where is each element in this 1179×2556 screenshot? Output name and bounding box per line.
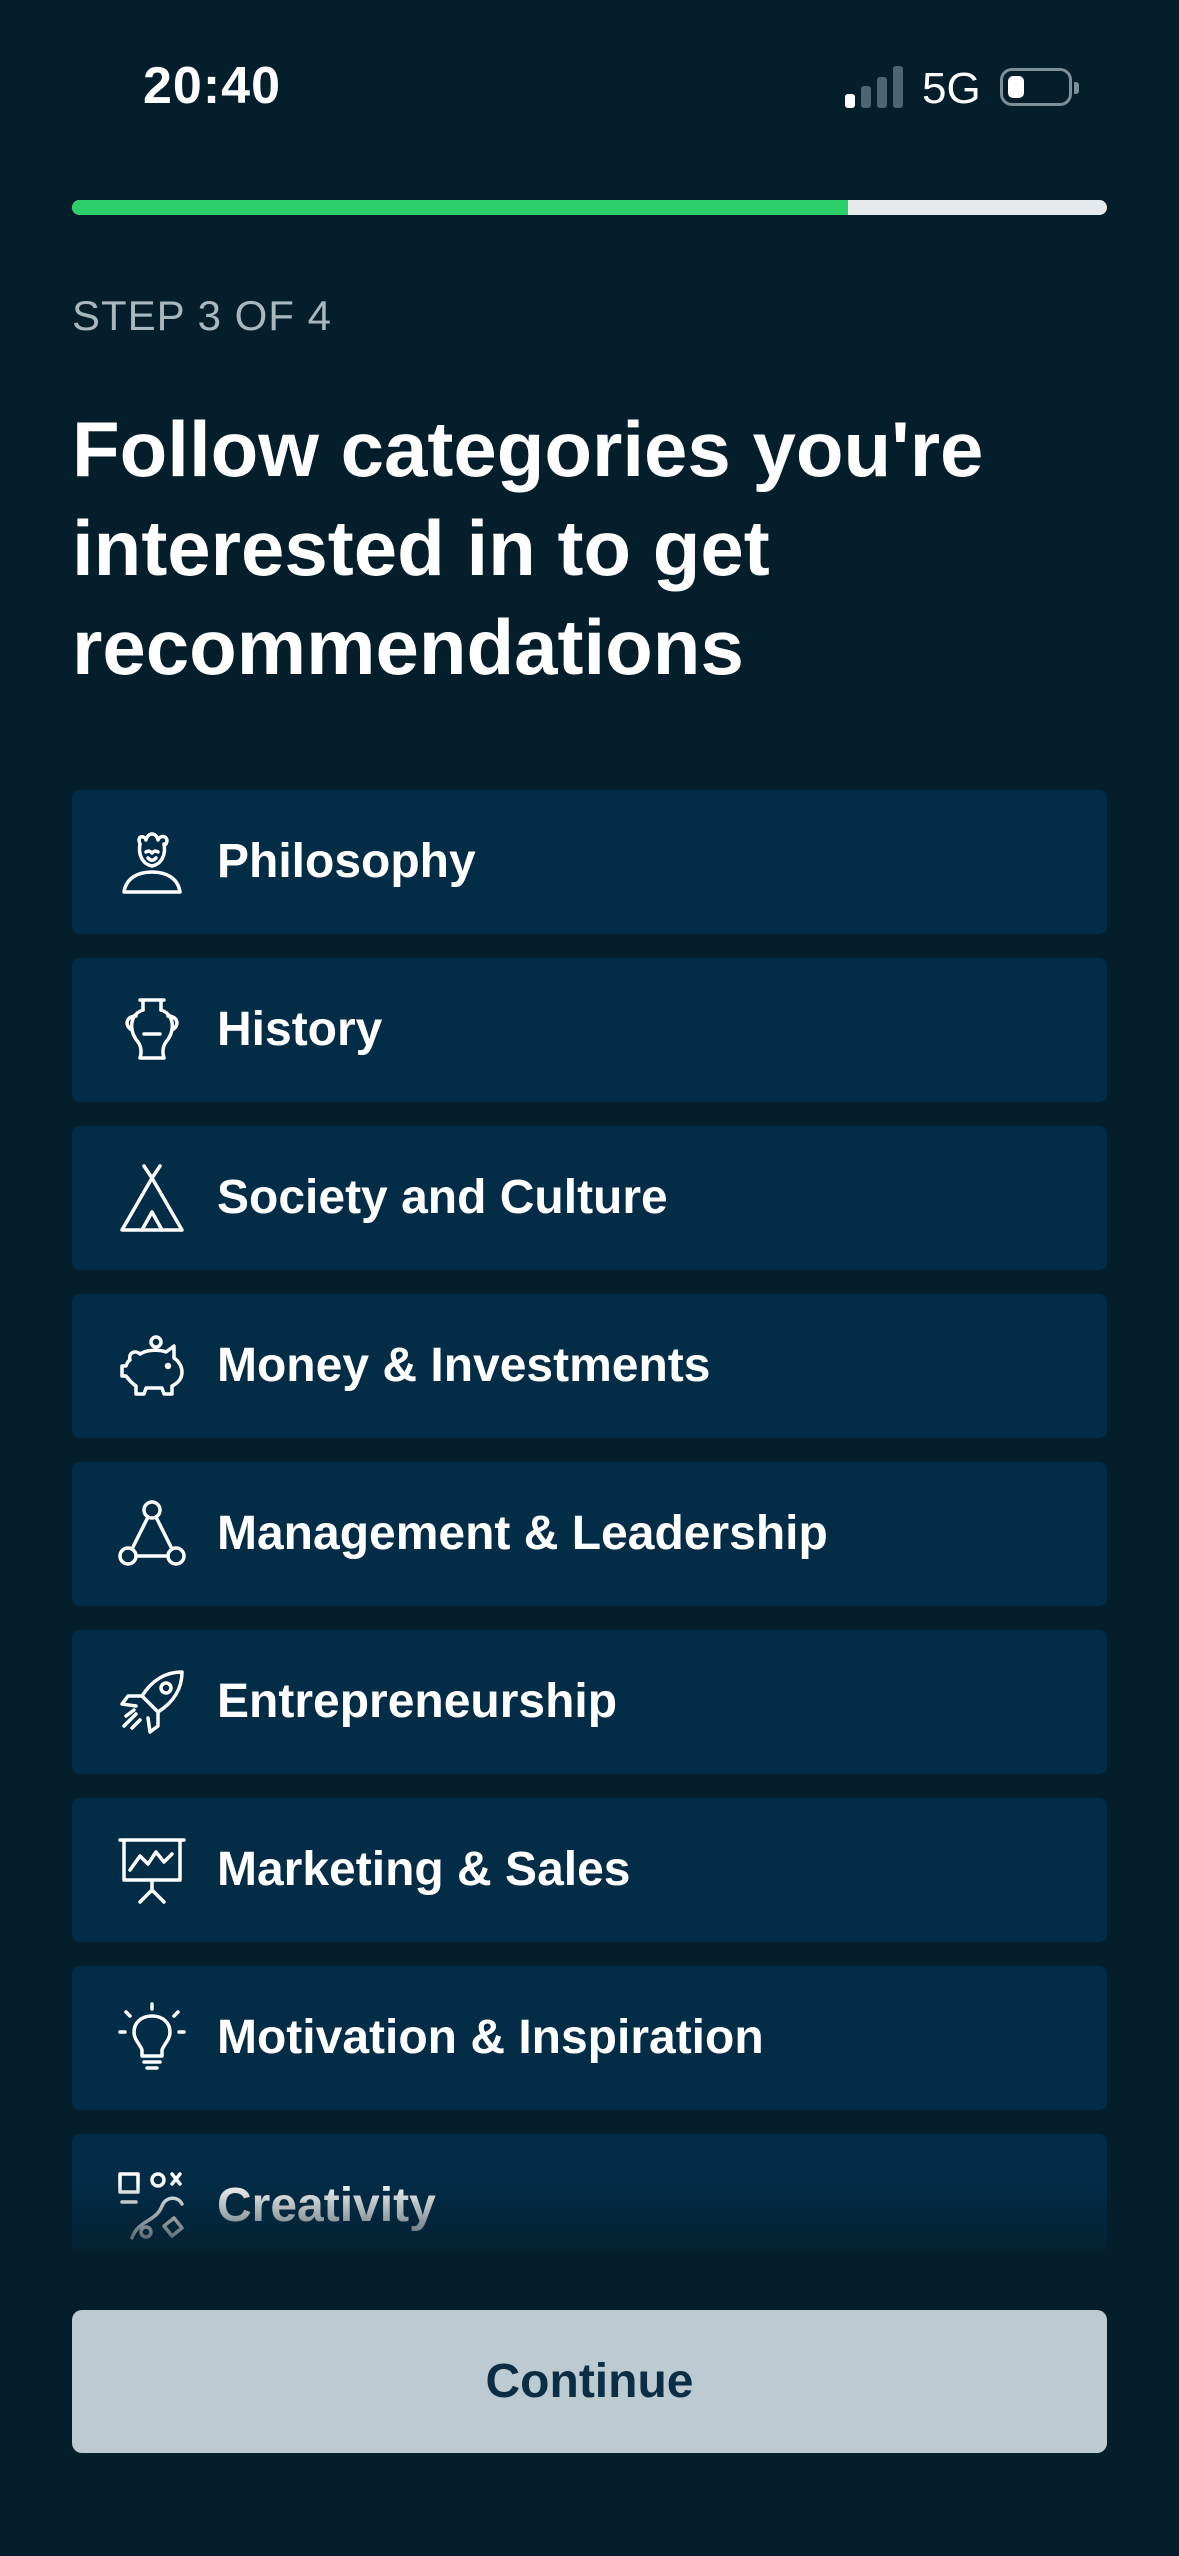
category-entrepreneurship[interactable]: Entrepreneurship [72,1630,1107,1774]
category-marketing-sales[interactable]: Marketing & Sales [72,1798,1107,1942]
progress-fill [72,200,849,215]
category-creativity[interactable]: Creativity [72,2134,1107,2250]
teepee-tent-icon [116,1162,188,1234]
network-label: 5G [922,64,981,113]
status-bar: 20:40 5G [0,0,1179,170]
category-label: History [217,1003,383,1056]
signal-icon [845,66,905,108]
page-title: Follow categories you're interested in t… [72,405,984,691]
progress-bar [72,200,1107,215]
category-management-leadership[interactable]: Management & Leadership [72,1462,1107,1606]
lightbulb-icon [116,2002,188,2074]
category-philosophy[interactable]: Philosophy [72,790,1107,934]
presentation-board-icon [116,1834,188,1906]
rocket-icon [116,1666,188,1738]
category-label: Creativity [217,2179,436,2232]
battery-icon [1000,68,1079,106]
category-label: Management & Leadership [217,1507,828,1560]
onboarding-screen: 20:40 5G STEP 3 OF 4 Follow categories y… [0,0,1179,2556]
category-money-investments[interactable]: Money & Investments [72,1294,1107,1438]
category-history[interactable]: History [72,958,1107,1102]
continue-button[interactable]: Continue [72,2310,1107,2453]
category-label: Marketing & Sales [217,1843,631,1896]
category-society-and-culture[interactable]: Society and Culture [72,1126,1107,1270]
category-list[interactable]: Philosophy History Society and Culture M… [72,790,1107,2250]
category-label: Money & Investments [217,1339,711,1392]
category-label: Entrepreneurship [217,1675,618,1728]
continue-label: Continue [485,2355,694,2408]
network-triangle-icon [116,1498,188,1570]
category-label: Motivation & Inspiration [217,2011,764,2064]
status-time: 20:40 [143,57,281,115]
category-label: Philosophy [217,835,476,888]
creative-shapes-icon [116,2170,188,2242]
amphora-vase-icon [116,994,188,1066]
category-label: Society and Culture [217,1171,668,1224]
philosopher-bust-icon [116,826,188,898]
step-label: STEP 3 OF 4 [72,292,332,339]
category-motivation-inspiration[interactable]: Motivation & Inspiration [72,1966,1107,2110]
piggy-bank-icon [116,1330,188,1402]
